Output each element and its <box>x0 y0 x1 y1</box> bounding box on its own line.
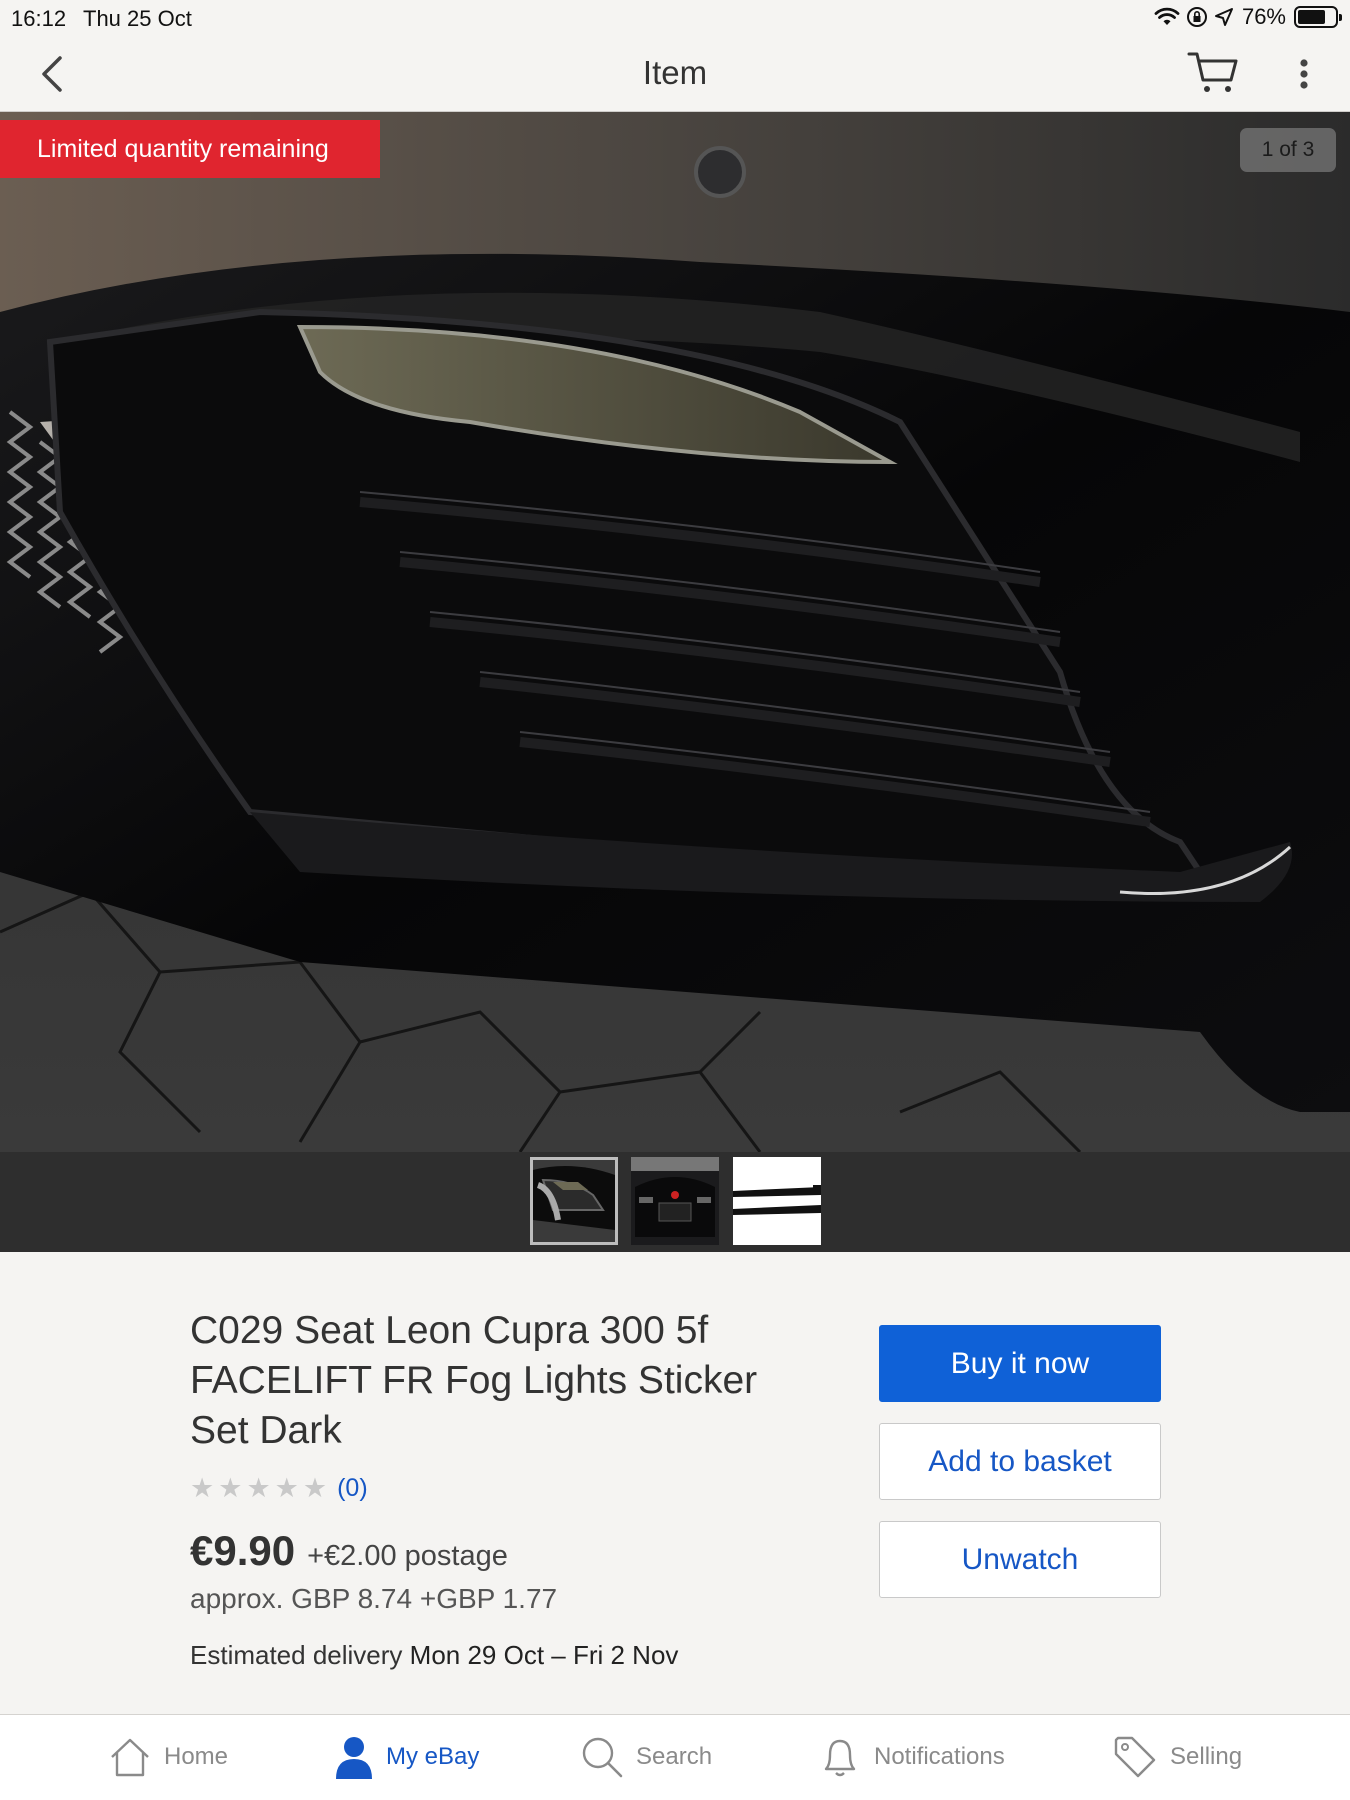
thumbnail-strip <box>0 1152 1350 1252</box>
status-date: Thu 25 Oct <box>83 6 192 31</box>
page-title: Item <box>642 54 708 91</box>
tab-search[interactable]: Search <box>580 1729 712 1785</box>
tab-label: My eBay <box>386 1743 480 1770</box>
cart-icon <box>1187 52 1238 92</box>
rating-count-link[interactable]: (0) <box>337 1474 368 1503</box>
add-to-basket-button[interactable]: Add to basket <box>879 1423 1161 1500</box>
price-row: €9.90 +€2.00 postage <box>190 1527 508 1575</box>
thumbnail-1[interactable] <box>530 1157 618 1245</box>
status-bar: 16:12 Thu 25 Oct 76% <box>0 0 1350 36</box>
approx-price: approx. GBP 8.74 +GBP 1.77 <box>190 1583 558 1614</box>
search-icon <box>582 1737 623 1778</box>
limited-quantity-badge: Limited quantity remaining <box>0 120 380 178</box>
tab-label: Search <box>636 1743 713 1770</box>
item-details: C029 Seat Leon Cupra 300 5f FACELIFT FR … <box>0 1252 1350 1714</box>
thumbnail-3[interactable] <box>733 1157 821 1245</box>
person-icon <box>336 1737 372 1779</box>
tab-notifications[interactable]: Notifications <box>818 1729 1005 1785</box>
orientation-lock-icon <box>1186 7 1207 27</box>
star-icon: ★ <box>302 1473 328 1503</box>
wifi-icon <box>1154 7 1180 25</box>
delivery-dates: Mon 29 Oct – Fri 2 Nov <box>409 1640 679 1670</box>
more-options-button[interactable] <box>1294 54 1314 94</box>
unwatch-button[interactable]: Unwatch <box>879 1521 1161 1598</box>
star-icon: ★ <box>218 1473 243 1503</box>
tab-selling[interactable]: Selling <box>1112 1729 1242 1785</box>
star-icon: ★ <box>246 1473 271 1503</box>
postage-cost: +€2.00 postage <box>307 1540 508 1572</box>
product-image-gallery[interactable]: Limited quantity remaining 1 of 3 <box>0 112 1350 1152</box>
delivery-label: Estimated delivery <box>190 1640 403 1670</box>
star-icon: ★ <box>190 1473 215 1503</box>
tab-my-ebay[interactable]: My eBay <box>334 1729 479 1785</box>
thumbnail-image <box>733 1157 821 1245</box>
tab-home[interactable]: Home <box>108 1729 228 1785</box>
more-vertical-icon <box>1300 59 1308 89</box>
star-icon: ★ <box>274 1473 299 1503</box>
location-arrow-icon <box>1214 8 1233 26</box>
bell-icon <box>824 1739 856 1777</box>
thumbnail-2[interactable] <box>631 1157 719 1245</box>
buy-it-now-button[interactable]: Buy it now <box>879 1325 1161 1402</box>
nav-bar: Item <box>0 36 1350 112</box>
tab-label: Notifications <box>874 1743 1005 1770</box>
battery-percent: 76% <box>1241 4 1286 29</box>
status-indicators: 76% <box>1154 4 1342 30</box>
tab-label: Selling <box>1170 1743 1243 1770</box>
thumbnail-image <box>533 1160 615 1242</box>
image-counter: 1 of 3 <box>1240 128 1336 172</box>
cart-button[interactable] <box>1186 50 1240 96</box>
thumbnail-image <box>631 1157 719 1245</box>
rating[interactable]: ★ ★ ★ ★ ★ (0) <box>190 1474 368 1503</box>
home-icon <box>111 1738 149 1777</box>
tab-bar: Home My eBay Search Notifications Sellin… <box>0 1714 1350 1800</box>
product-photo <box>0 112 1350 1152</box>
status-time: 16:12 <box>11 6 67 31</box>
estimated-delivery: Estimated delivery Mon 29 Oct – Fri 2 No… <box>190 1640 678 1671</box>
item-price: €9.90 <box>190 1527 296 1574</box>
tag-icon <box>1114 1736 1156 1778</box>
item-title: C029 Seat Leon Cupra 300 5f FACELIFT FR … <box>190 1309 758 1452</box>
tab-label: Home <box>164 1743 229 1770</box>
battery-icon <box>1294 6 1342 28</box>
